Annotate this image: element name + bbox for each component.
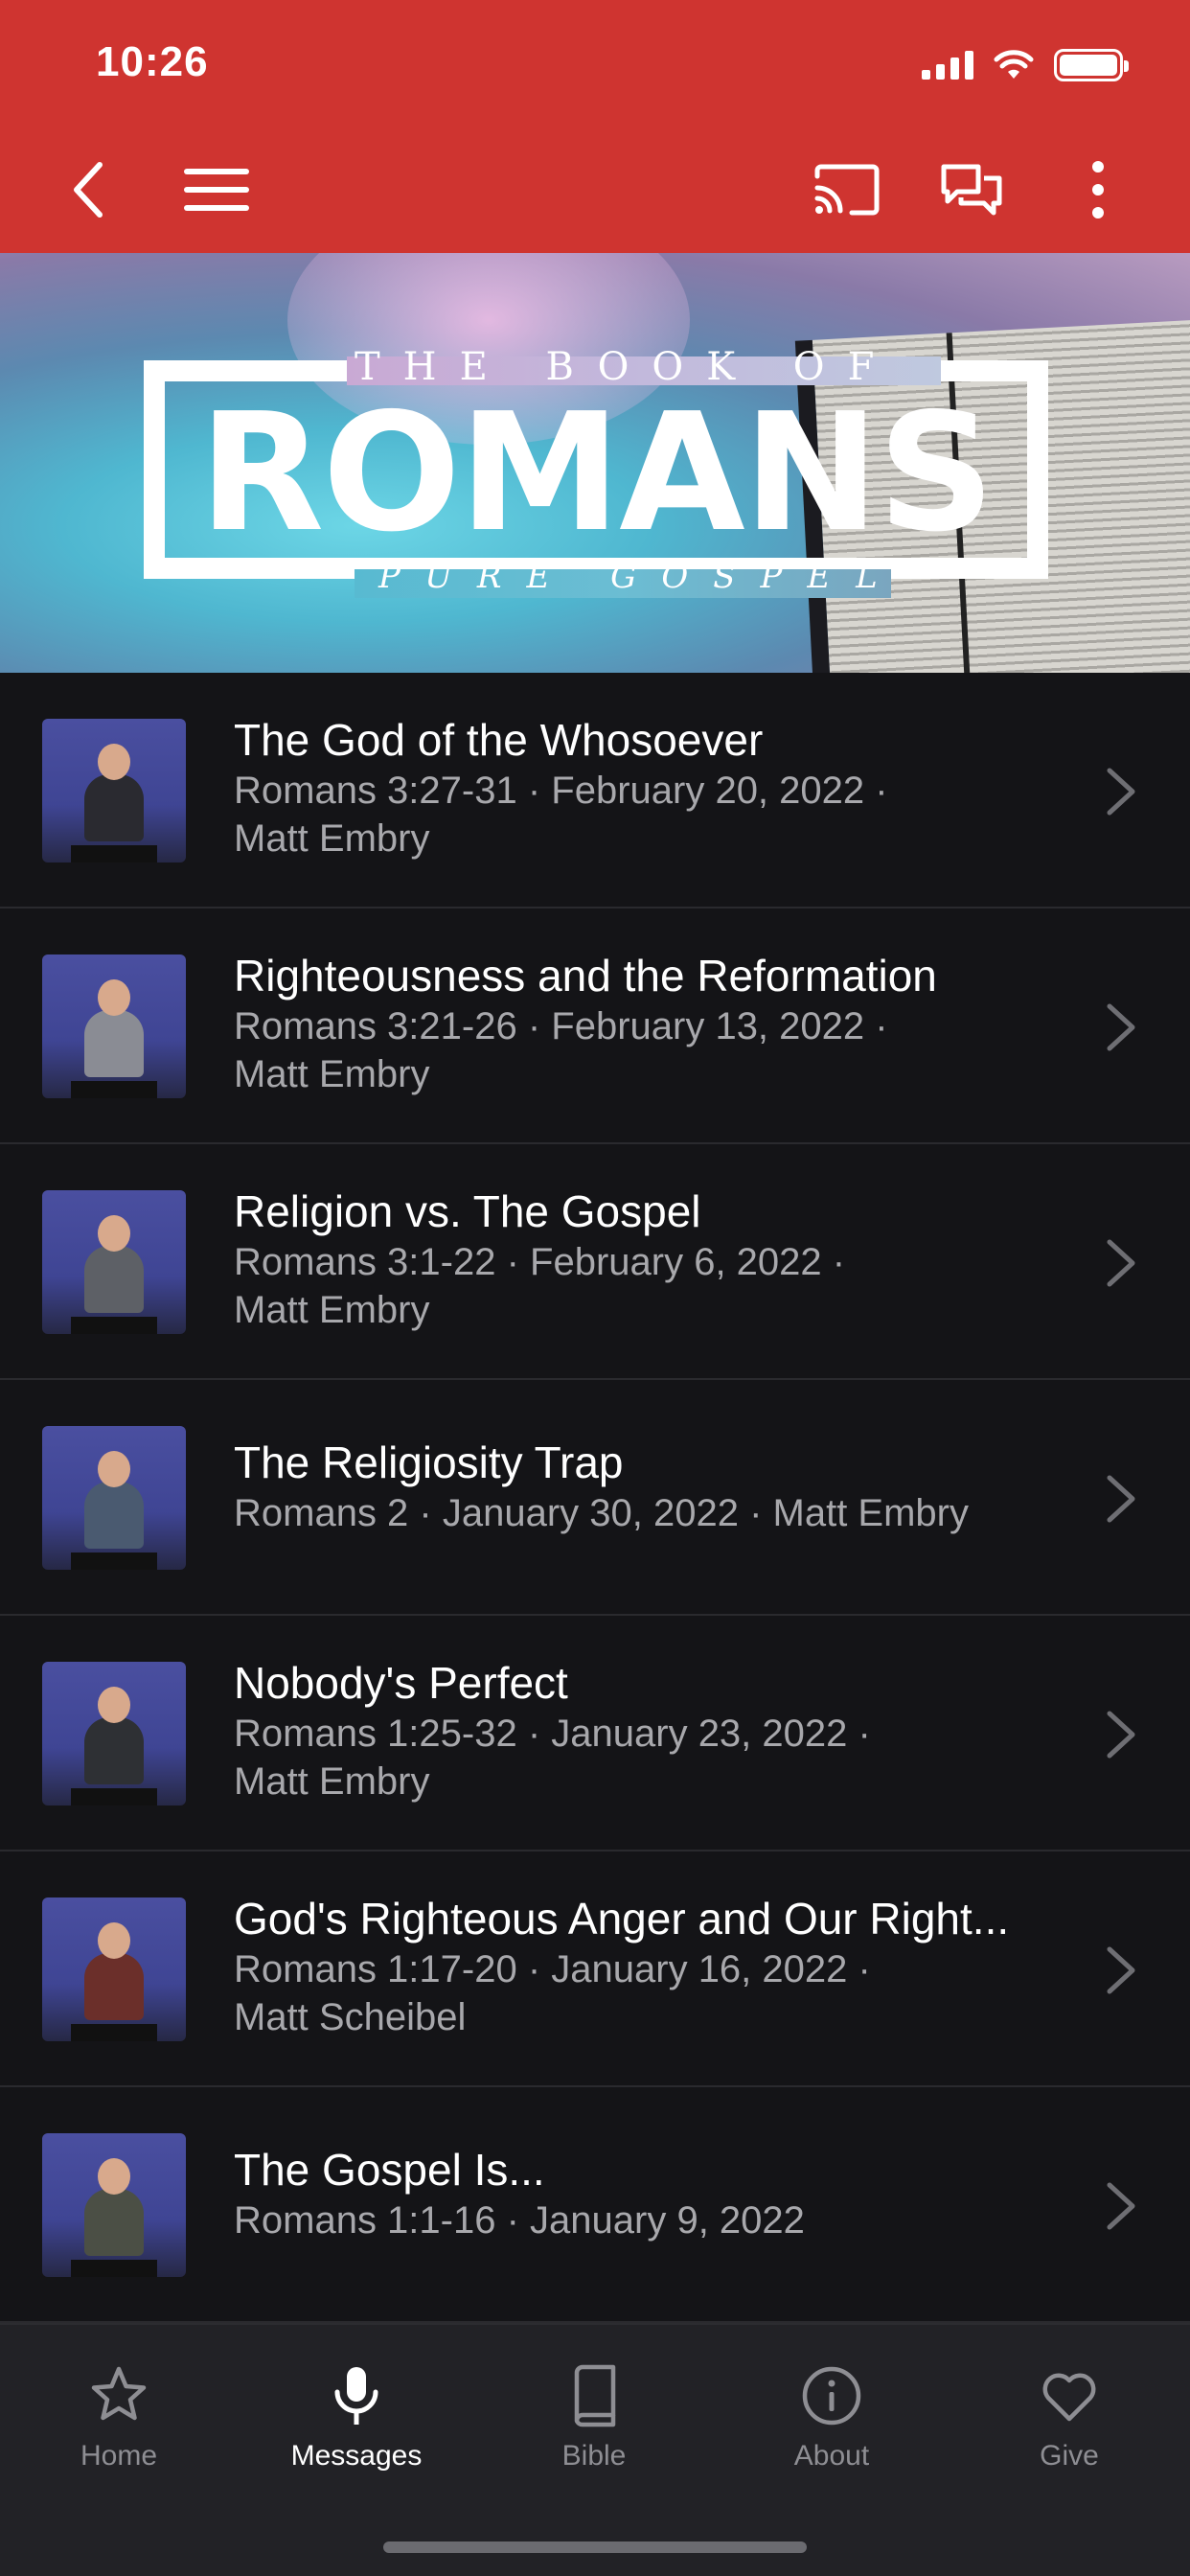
message-row[interactable]: God's Righteous Anger and Our Right... R…	[0, 1852, 1190, 2087]
chat-button[interactable]	[926, 144, 1018, 236]
message-thumbnail	[42, 1190, 186, 1334]
microphone-icon	[334, 2367, 378, 2425]
message-speaker: Matt Embry	[234, 1760, 430, 1803]
message-title: God's Righteous Anger and Our Right...	[234, 1894, 1010, 1944]
message-title: The Gospel Is...	[234, 2145, 545, 2195]
chat-bubbles-icon	[941, 164, 1002, 216]
message-title: Nobody's Perfect	[234, 1658, 568, 1708]
message-row[interactable]: Religion vs. The Gospel Romans 3:1-22 · …	[0, 1144, 1190, 1380]
bottom-tab-bar: Home Messages Bible About Give	[0, 2323, 1190, 2576]
tab-label: Give	[1040, 2440, 1099, 2472]
message-thumbnail	[42, 954, 186, 1098]
chevron-left-icon	[74, 162, 103, 218]
star-icon	[91, 2366, 147, 2421]
tab-label: Home	[80, 2440, 158, 2472]
chevron-right-icon	[1107, 1003, 1135, 1051]
message-row[interactable]: The Gospel Is... Romans 1:1-16 · January…	[0, 2087, 1190, 2323]
message-speaker: Matt Scheibel	[234, 1996, 467, 2038]
message-list: The God of the Whosoever Romans 3:27-31 …	[0, 673, 1190, 2323]
app-header: 10:26	[0, 0, 1190, 253]
more-vertical-icon	[1092, 161, 1104, 218]
cast-icon	[814, 164, 880, 216]
book-icon	[574, 2364, 616, 2427]
heart-icon	[1042, 2373, 1096, 2422]
chevron-right-icon	[1107, 768, 1135, 816]
message-thumbnail	[42, 1662, 186, 1806]
message-row[interactable]: Nobody's Perfect Romans 1:25-32 · Januar…	[0, 1616, 1190, 1852]
message-thumbnail	[42, 1898, 186, 2041]
chevron-right-icon	[1107, 1475, 1135, 1523]
info-icon	[802, 2366, 861, 2426]
message-meta: Romans 1:17-20 · January 16, 2022 ·	[234, 1948, 871, 1990]
menu-button[interactable]	[171, 144, 263, 236]
message-meta: Romans 3:21-26 · February 13, 2022 ·	[234, 1005, 888, 1047]
hamburger-menu-icon	[184, 169, 249, 211]
message-title: The Religiosity Trap	[234, 1438, 624, 1487]
message-speaker: Matt Embry	[234, 1289, 430, 1331]
chevron-right-icon	[1107, 1946, 1135, 1994]
status-time: 10:26	[96, 38, 209, 85]
battery-icon	[1054, 49, 1129, 81]
message-row[interactable]: The God of the Whosoever Romans 3:27-31 …	[0, 673, 1190, 908]
tab-label: Messages	[290, 2440, 423, 2472]
message-row[interactable]: Righteousness and the Reformation Romans…	[0, 908, 1190, 1144]
message-meta: Romans 2 · January 30, 2022 · Matt Embry	[234, 1492, 969, 1534]
chevron-right-icon	[1107, 1239, 1135, 1287]
tab-bible[interactable]: Bible	[475, 2363, 713, 2472]
message-speaker: Matt Embry	[234, 817, 430, 860]
more-options-button[interactable]	[1052, 144, 1144, 236]
message-meta: Romans 1:1-16 · January 9, 2022	[234, 2199, 805, 2242]
back-button[interactable]	[42, 144, 134, 236]
tab-about[interactable]: About	[713, 2363, 950, 2472]
cast-button[interactable]	[801, 144, 893, 236]
message-title: Righteousness and the Reformation	[234, 951, 937, 1000]
banner-title: ROMANS	[198, 379, 995, 568]
home-indicator	[383, 2542, 807, 2553]
message-meta: Romans 3:1-22 · February 6, 2022 ·	[234, 1241, 846, 1283]
message-row[interactable]: The Religiosity Trap Romans 2 · January …	[0, 1380, 1190, 1616]
message-speaker: Matt Embry	[234, 1053, 430, 1095]
tab-label: About	[793, 2440, 870, 2472]
series-banner: THE BOOK OF ROMANS PURE GOSPEL	[0, 253, 1190, 673]
tab-label: Bible	[561, 2440, 627, 2472]
wifi-icon	[994, 50, 1034, 79]
message-meta: Romans 3:27-31 · February 20, 2022 ·	[234, 770, 888, 812]
message-thumbnail	[42, 2133, 186, 2277]
chevron-right-icon	[1107, 2182, 1135, 2230]
message-title: Religion vs. The Gospel	[234, 1186, 701, 1236]
tab-messages[interactable]: Messages	[238, 2363, 475, 2472]
chevron-right-icon	[1107, 1711, 1135, 1759]
cellular-signal-icon	[922, 51, 973, 80]
tab-give[interactable]: Give	[950, 2363, 1188, 2472]
tab-home[interactable]: Home	[0, 2363, 238, 2472]
message-thumbnail	[42, 1426, 186, 1570]
message-title: The God of the Whosoever	[234, 715, 764, 765]
status-icons	[922, 46, 1129, 84]
banner-tagline: PURE GOSPEL	[378, 558, 903, 596]
message-meta: Romans 1:25-32 · January 23, 2022 ·	[234, 1713, 871, 1755]
message-thumbnail	[42, 719, 186, 862]
